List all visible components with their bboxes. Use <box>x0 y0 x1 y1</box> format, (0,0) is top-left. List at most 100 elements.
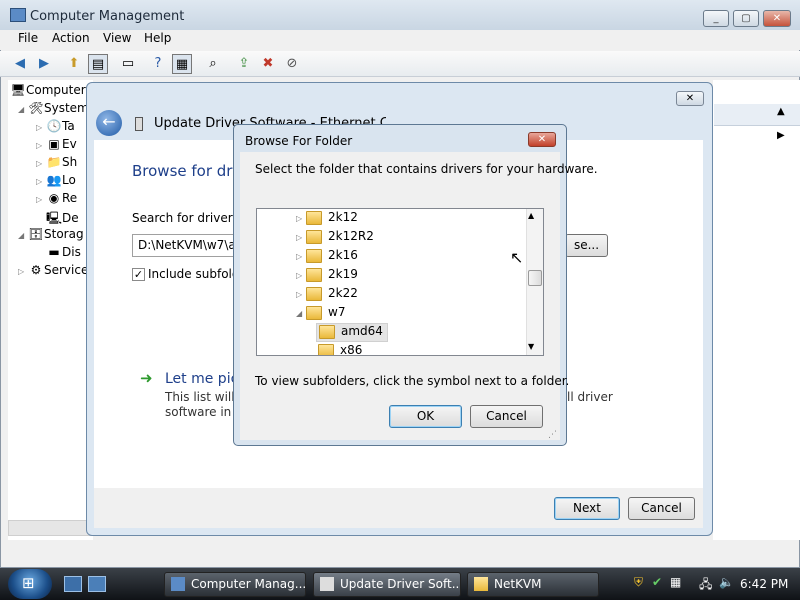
folder-item[interactable]: ▷ 2k19 <box>296 267 358 286</box>
folder-item[interactable]: x86 <box>318 343 362 355</box>
taskbar-computer-management[interactable]: Computer Manag... <box>164 572 306 597</box>
menu-action[interactable]: Action <box>52 31 90 45</box>
driver-path-input[interactable]: D:\NetKVM\w7\am <box>132 234 236 257</box>
folder-icon <box>306 267 322 282</box>
scrollbar-thumb[interactable] <box>528 270 542 286</box>
update-driver-icon <box>320 577 334 591</box>
disk-icon: ▬ <box>48 245 60 259</box>
up-folder-icon[interactable]: ⬆ <box>64 54 84 74</box>
tray-app-icon[interactable]: ▦ <box>670 575 681 589</box>
folder-item[interactable]: ◢ w7 <box>296 305 345 324</box>
tree-item-storage[interactable]: ◢ 🗄Storag <box>18 227 84 245</box>
computer-management-icon <box>10 8 26 22</box>
browse-instruction: Select the folder that contains drivers … <box>255 162 598 176</box>
expand-icon[interactable]: ▷ <box>36 177 46 186</box>
storage-icon: 🗄 <box>28 227 44 241</box>
collapse-icon[interactable]: ◢ <box>18 105 28 114</box>
expand-arrow-icon[interactable]: ▲ <box>777 106 785 117</box>
actions-pane <box>713 80 800 540</box>
tree-item-computer[interactable]: 🖥Computer <box>10 83 85 101</box>
switch-windows-icon[interactable] <box>88 576 106 592</box>
folder-item[interactable]: ▷ 2k22 <box>296 286 358 305</box>
cancel-button[interactable]: Cancel <box>628 497 695 520</box>
clock[interactable]: 6:42 PM <box>740 577 788 591</box>
expand-icon[interactable]: ▷ <box>36 159 46 168</box>
expand-icon[interactable]: ▷ <box>296 290 306 299</box>
tools-icon: 🛠 <box>28 101 44 115</box>
scroll-up-icon[interactable]: ▲ <box>528 211 534 220</box>
include-subfolders-checkbox[interactable]: ✓ <box>132 268 145 281</box>
folder-item[interactable]: ▷ 2k12R2 <box>296 229 374 248</box>
menu-view[interactable]: View <box>103 31 131 45</box>
security-alert-icon[interactable]: ⛨ <box>634 575 643 590</box>
update-driver-icon[interactable]: ⇪ <box>234 54 254 74</box>
computer-icon: 🖥 <box>10 83 26 97</box>
browse-cancel-button[interactable]: Cancel <box>470 405 543 428</box>
back-icon[interactable]: ◀ <box>10 54 30 74</box>
folder-item-selected[interactable]: amd64 <box>316 323 388 342</box>
tree-item-local-users[interactable]: ▷ 👥Lo <box>36 173 76 191</box>
tree-item-device-manager[interactable]: 🖳De <box>36 209 79 227</box>
pick-from-list-link[interactable]: Let me pic <box>165 371 238 387</box>
close-button[interactable]: ✕ <box>763 10 791 27</box>
folder-icon <box>474 577 488 591</box>
show-hide-tree-icon[interactable]: ▤ <box>88 54 108 74</box>
folder-icon <box>306 248 322 263</box>
show-desktop-icon[interactable] <box>64 576 82 592</box>
mouse-cursor-icon: ↖ <box>510 248 524 267</box>
tree-item-system[interactable]: ◢ 🛠System <box>18 101 89 119</box>
forward-icon[interactable]: ▶ <box>34 54 54 74</box>
volume-icon[interactable]: 🔈 <box>719 575 734 589</box>
green-arrow-icon: ➜ <box>140 369 153 387</box>
scroll-down-icon[interactable]: ▼ <box>528 342 534 351</box>
scan-hardware-icon[interactable]: ⌕ <box>203 54 223 74</box>
export-list-icon[interactable]: ▭ <box>118 54 138 74</box>
browse-button[interactable]: se... <box>565 234 608 257</box>
horizontal-scrollbar[interactable] <box>8 520 98 536</box>
tree-item-task[interactable]: ▷ 🕓Ta <box>36 119 75 137</box>
ok-button[interactable]: OK <box>389 405 462 428</box>
expand-icon[interactable]: ▷ <box>36 195 46 204</box>
expand-icon[interactable]: ▷ <box>296 252 306 261</box>
services-icon: ⚙ <box>30 263 42 277</box>
dialog-close-button[interactable]: ✕ <box>676 91 704 106</box>
tree-item-shared[interactable]: ▷ 📁Sh <box>36 155 77 173</box>
back-arrow-icon[interactable]: ← <box>96 110 122 136</box>
computer-management-icon <box>171 577 185 591</box>
browse-close-button[interactable]: ✕ <box>528 132 556 147</box>
folder-item[interactable]: ▷ 2k12 <box>296 210 358 229</box>
more-actions-icon[interactable]: ▶ <box>777 130 785 141</box>
collapse-icon[interactable]: ◢ <box>296 309 306 318</box>
expand-icon[interactable]: ▷ <box>36 141 46 150</box>
expand-icon[interactable]: ▷ <box>296 233 306 242</box>
disable-device-icon[interactable]: ⊘ <box>282 54 302 74</box>
expand-icon[interactable]: ▷ <box>36 123 46 132</box>
users-icon: 👥 <box>46 173 62 187</box>
expand-icon[interactable]: ▷ <box>18 267 28 276</box>
menu-help[interactable]: Help <box>144 31 171 45</box>
network-icon[interactable]: 🖧 <box>699 575 712 596</box>
tree-item-event[interactable]: ▷ ▣ Ev <box>36 137 77 155</box>
shared-folder-icon: 📁 <box>46 155 62 169</box>
minimize-button[interactable]: _ <box>703 10 729 27</box>
tree-item-reliability[interactable]: ▷ ◉ Re <box>36 191 77 209</box>
tree-item-services[interactable]: ▷ ⚙ Service <box>18 263 88 281</box>
menu-file[interactable]: File <box>18 31 38 45</box>
expand-icon[interactable]: ▷ <box>296 214 306 223</box>
taskbar-update-driver[interactable]: Update Driver Soft... <box>313 572 461 597</box>
page-heading: Browse for driv <box>132 162 246 180</box>
uninstall-icon[interactable]: ✖ <box>258 54 278 74</box>
next-button[interactable]: Next <box>554 497 620 520</box>
folder-icon <box>306 286 322 301</box>
taskbar-netkvm[interactable]: NetKVM <box>467 572 599 597</box>
collapse-icon[interactable]: ◢ <box>18 231 28 240</box>
help-icon[interactable]: ? <box>148 54 168 74</box>
maximize-button[interactable]: ▢ <box>733 10 759 27</box>
folder-item[interactable]: ▷ 2k16 <box>296 248 358 267</box>
security-center-icon[interactable]: ✔ <box>652 575 662 589</box>
tree-item-disk-management[interactable]: ▬ Dis <box>46 245 81 263</box>
network-adapter-icon <box>135 117 143 131</box>
expand-icon[interactable]: ▷ <box>296 271 306 280</box>
properties-icon[interactable]: ▦ <box>172 54 192 74</box>
resize-grip-icon[interactable]: ⋰ <box>548 430 557 440</box>
